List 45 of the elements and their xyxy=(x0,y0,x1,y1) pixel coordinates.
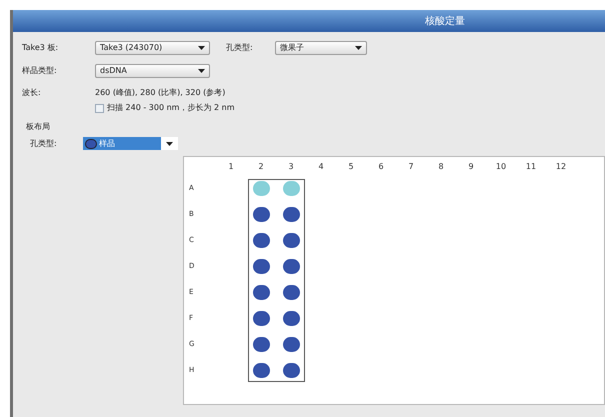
dropdown[interactable]: dsDNA xyxy=(95,64,210,78)
well[interactable] xyxy=(282,362,300,378)
well[interactable] xyxy=(252,362,270,378)
well[interactable] xyxy=(252,284,270,300)
wavelength-value: 260 (峰值), 280 (比率), 320 (参考) xyxy=(95,87,226,99)
column-header: 2 xyxy=(257,161,265,173)
well[interactable] xyxy=(252,258,270,274)
column-header: 3 xyxy=(287,161,295,173)
dropdown-arrow-icon xyxy=(198,69,205,73)
well[interactable] xyxy=(282,284,300,300)
well-type-label: 孔类型: xyxy=(226,42,254,54)
wavelength-label: 波长: xyxy=(22,87,42,99)
scan-checkbox[interactable] xyxy=(95,104,104,112)
column-header: 4 xyxy=(317,161,325,173)
well[interactable] xyxy=(252,206,270,222)
plate-label: Take3 板: xyxy=(22,42,60,54)
window-title: 核酸定量 xyxy=(425,14,465,28)
sample-type-label: 样品类型: xyxy=(22,65,58,77)
dropdown-arrow-icon xyxy=(166,142,173,146)
scan-label: 扫描 240 - 300 nm，步长为 2 nm xyxy=(107,102,234,114)
group-title: 板布局 xyxy=(26,121,51,133)
well[interactable] xyxy=(282,336,300,352)
well-type-dropdown[interactable]: 样品 xyxy=(83,137,178,150)
well[interactable] xyxy=(282,258,300,274)
well[interactable] xyxy=(282,232,300,248)
dropdown[interactable]: Take3 (243070) xyxy=(95,41,210,55)
well[interactable] xyxy=(252,232,270,248)
column-header: 6 xyxy=(377,161,385,173)
dropdown[interactable]: 微果子 xyxy=(275,41,367,55)
well[interactable] xyxy=(282,206,300,222)
column-header: 1 xyxy=(227,161,235,173)
column-header: 11 xyxy=(524,161,538,173)
column-header: 5 xyxy=(347,161,355,173)
column-header: 7 xyxy=(407,161,415,173)
well[interactable] xyxy=(252,336,270,352)
column-header: 9 xyxy=(467,161,475,173)
dropdown-arrow-icon xyxy=(198,46,205,50)
well-icon xyxy=(85,138,97,148)
well[interactable] xyxy=(252,310,270,326)
column-header: 8 xyxy=(437,161,445,173)
column-header: 10 xyxy=(494,161,508,173)
dropdown-arrow-icon xyxy=(355,46,362,50)
well[interactable] xyxy=(282,310,300,326)
well-type-label: 孔类型: xyxy=(30,138,58,150)
column-header: 12 xyxy=(554,161,568,173)
